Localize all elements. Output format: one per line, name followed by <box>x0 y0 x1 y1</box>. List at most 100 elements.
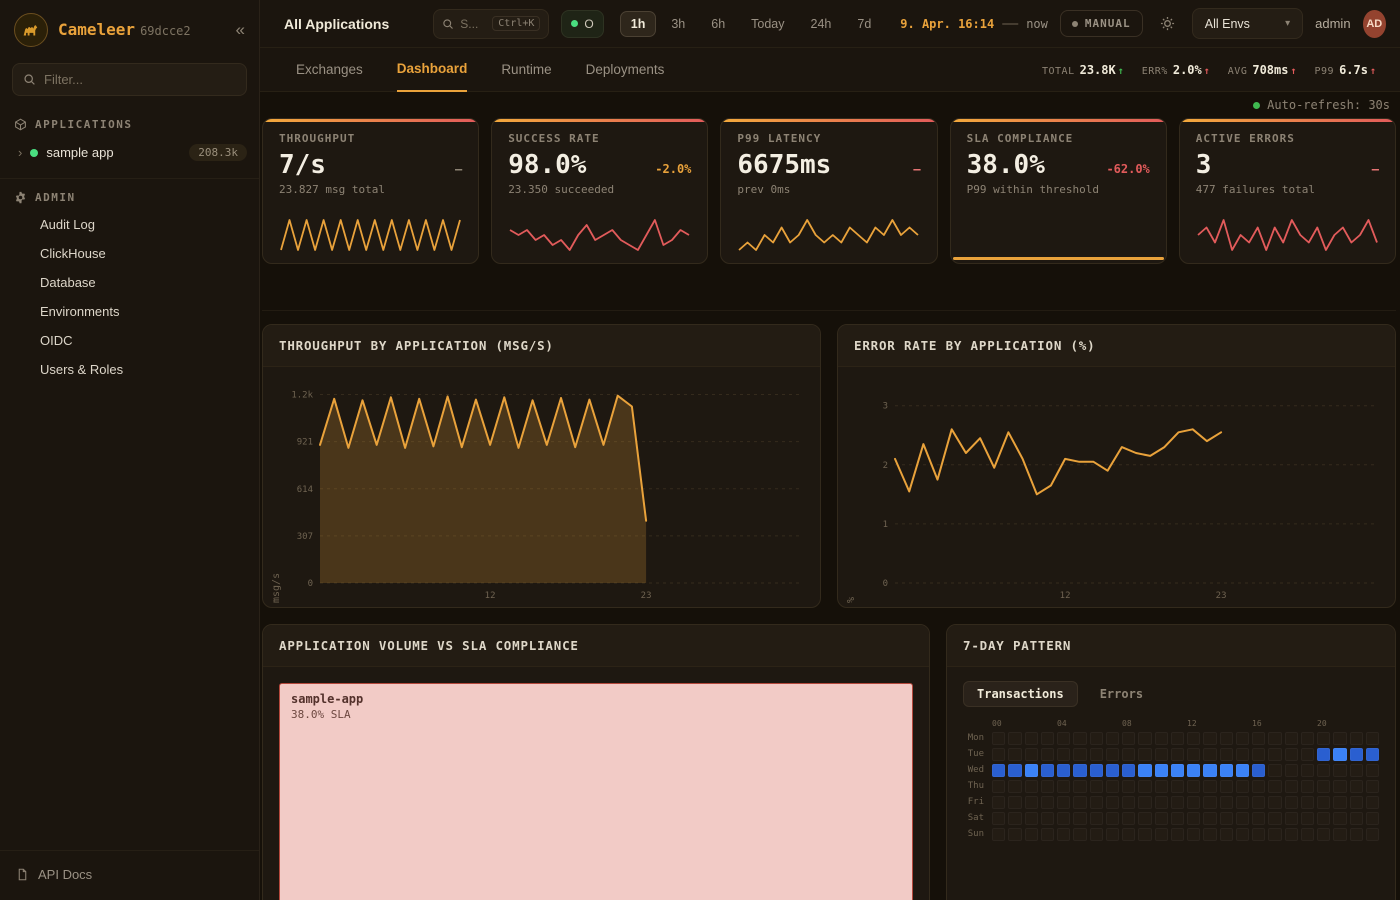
heatmap-cell[interactable] <box>1106 764 1119 777</box>
heatmap-cell[interactable] <box>1106 812 1119 825</box>
heatmap-cell[interactable] <box>1041 780 1054 793</box>
heatmap-cell[interactable] <box>1350 748 1363 761</box>
heatmap-cell[interactable] <box>1220 796 1233 809</box>
heatmap-cell[interactable] <box>992 828 1005 841</box>
time-range-3h[interactable]: 3h <box>660 11 696 37</box>
heatmap-cell[interactable] <box>1366 812 1379 825</box>
heatmap-cell[interactable] <box>1333 796 1346 809</box>
heatmap-cell[interactable] <box>1171 780 1184 793</box>
heatmap-cell[interactable] <box>1317 796 1330 809</box>
heatmap-cell[interactable] <box>1073 748 1086 761</box>
manual-refresh-button[interactable]: MANUAL <box>1060 10 1143 37</box>
heatmap-cell[interactable] <box>1138 828 1151 841</box>
global-search[interactable]: Ctrl+K <box>433 9 549 39</box>
heatmap-cell[interactable] <box>1041 732 1054 745</box>
time-range-today[interactable]: Today <box>740 11 795 37</box>
heatmap-cell[interactable] <box>1317 764 1330 777</box>
heatmap-cell[interactable] <box>1187 796 1200 809</box>
time-range-1h[interactable]: 1h <box>620 11 657 37</box>
heatmap-cell[interactable] <box>1138 780 1151 793</box>
heatmap-cell[interactable] <box>1203 796 1216 809</box>
heatmap-cell[interactable] <box>1073 732 1086 745</box>
heatmap-cell[interactable] <box>1057 796 1070 809</box>
heatmap-cell[interactable] <box>1122 812 1135 825</box>
heatmap-cell[interactable] <box>1122 828 1135 841</box>
heatmap-cell[interactable] <box>1171 828 1184 841</box>
filter-input[interactable] <box>44 72 236 87</box>
heatmap-cell[interactable] <box>1301 764 1314 777</box>
heatmap-cell[interactable] <box>1057 764 1070 777</box>
heatmap-cell[interactable] <box>1057 812 1070 825</box>
heatmap-cell[interactable] <box>1236 828 1249 841</box>
tab-deployments[interactable]: Deployments <box>586 48 665 92</box>
heatmap-cell[interactable] <box>1317 748 1330 761</box>
heatmap-cell[interactable] <box>1301 796 1314 809</box>
heatmap-cell[interactable] <box>1203 748 1216 761</box>
heatmap-cell[interactable] <box>1317 780 1330 793</box>
heatmap-cell[interactable] <box>1268 780 1281 793</box>
heatmap-cell[interactable] <box>1155 780 1168 793</box>
heatmap-cell[interactable] <box>1155 732 1168 745</box>
heatmap-cell[interactable] <box>1008 780 1021 793</box>
heatmap-cell[interactable] <box>1350 796 1363 809</box>
heatmap-cell[interactable] <box>1252 812 1265 825</box>
heatmap-cell[interactable] <box>1138 748 1151 761</box>
heatmap-cell[interactable] <box>1268 732 1281 745</box>
heatmap-cell[interactable] <box>1122 732 1135 745</box>
heatmap-cell[interactable] <box>1350 828 1363 841</box>
heatmap-cell[interactable] <box>1285 780 1298 793</box>
heatmap-cell[interactable] <box>992 732 1005 745</box>
heatmap-cell[interactable] <box>1366 828 1379 841</box>
time-window[interactable]: 9. Apr. 16:14 — now <box>900 15 1048 33</box>
heatmap-cell[interactable] <box>1333 764 1346 777</box>
heatmap-cell[interactable] <box>1333 732 1346 745</box>
heatmap-cell[interactable] <box>1285 828 1298 841</box>
heatmap-cell[interactable] <box>1187 732 1200 745</box>
heatmap-cell[interactable] <box>1122 748 1135 761</box>
heatmap-cell[interactable] <box>1106 828 1119 841</box>
heatmap-cell[interactable] <box>992 780 1005 793</box>
heatmap-cell[interactable] <box>1301 828 1314 841</box>
heatmap-cell[interactable] <box>1252 748 1265 761</box>
heatmap-cell[interactable] <box>1187 812 1200 825</box>
heatmap-cell[interactable] <box>1122 796 1135 809</box>
heatmap-cell[interactable] <box>1366 732 1379 745</box>
tab-exchanges[interactable]: Exchanges <box>296 48 363 92</box>
heatmap-cell[interactable] <box>1285 812 1298 825</box>
heatmap-cell[interactable] <box>1155 748 1168 761</box>
sidebar-collapse-button[interactable]: « <box>236 20 245 40</box>
heatmap-cell[interactable] <box>1203 828 1216 841</box>
heatmap-cell[interactable] <box>1366 764 1379 777</box>
heatmap-cell[interactable] <box>1203 732 1216 745</box>
heatmap-cell[interactable] <box>1350 764 1363 777</box>
heatmap-cell[interactable] <box>1268 812 1281 825</box>
heatmap-cell[interactable] <box>1317 828 1330 841</box>
heatmap-cell[interactable] <box>1122 764 1135 777</box>
time-range-6h[interactable]: 6h <box>700 11 736 37</box>
heatmap-cell[interactable] <box>1155 828 1168 841</box>
heatmap-cell[interactable] <box>1268 796 1281 809</box>
heatmap-cell[interactable] <box>1057 732 1070 745</box>
heatmap-cell[interactable] <box>1350 812 1363 825</box>
heatmap-cell[interactable] <box>1057 828 1070 841</box>
heatmap-cell[interactable] <box>1187 748 1200 761</box>
heatmap-cell[interactable] <box>1252 780 1265 793</box>
tab-runtime[interactable]: Runtime <box>501 48 551 92</box>
heatmap-cell[interactable] <box>1041 796 1054 809</box>
heatmap-cell[interactable] <box>1203 764 1216 777</box>
heatmap-cell[interactable] <box>992 812 1005 825</box>
heatmap-cell[interactable] <box>1236 780 1249 793</box>
heatmap-cell[interactable] <box>1236 732 1249 745</box>
heatmap-cell[interactable] <box>1220 764 1233 777</box>
heatmap-cell[interactable] <box>1366 780 1379 793</box>
sidebar-item-oidc[interactable]: OIDC <box>0 326 259 355</box>
heatmap-tab-transactions[interactable]: Transactions <box>963 681 1078 707</box>
heatmap-cell[interactable] <box>1301 732 1314 745</box>
heatmap-cell[interactable] <box>1090 780 1103 793</box>
heatmap-cell[interactable] <box>1252 764 1265 777</box>
heatmap-cell[interactable] <box>1187 780 1200 793</box>
heatmap-cell[interactable] <box>1171 764 1184 777</box>
heatmap-cell[interactable] <box>1025 732 1038 745</box>
heatmap-cell[interactable] <box>1025 812 1038 825</box>
heatmap-cell[interactable] <box>1073 828 1086 841</box>
